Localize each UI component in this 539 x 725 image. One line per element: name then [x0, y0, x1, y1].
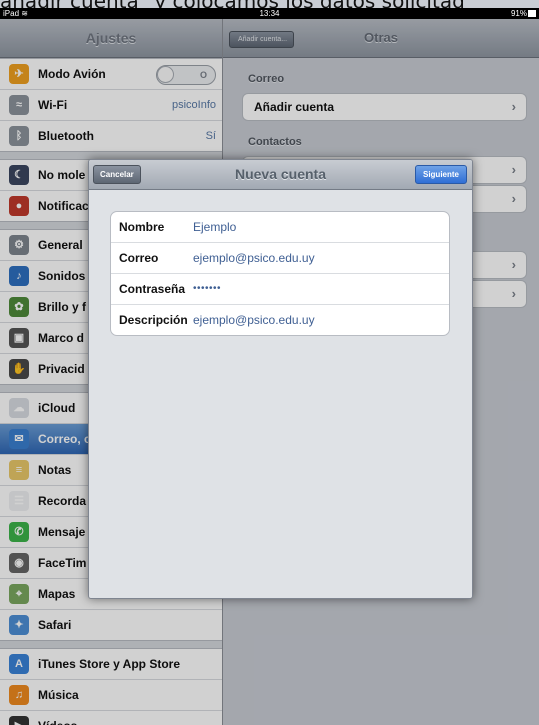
field-label: Nombre: [119, 220, 165, 234]
name-input[interactable]: Ejemplo: [193, 212, 236, 242]
next-button[interactable]: Siguiente: [414, 165, 467, 184]
email-field[interactable]: Correo ejemplo@psico.edu.uy: [111, 243, 449, 274]
description-field[interactable]: Descripción ejemplo@psico.edu.uy: [111, 305, 449, 335]
field-label: Correo: [119, 251, 159, 265]
name-field[interactable]: Nombre Ejemplo: [111, 212, 449, 243]
new-account-dialog: Cancelar Nueva cuenta Siguiente Nombre E…: [88, 159, 473, 599]
field-label: Contraseña: [119, 282, 186, 296]
password-field[interactable]: Contraseña •••••••: [111, 274, 449, 305]
description-input[interactable]: ejemplo@psico.edu.uy: [193, 305, 315, 335]
email-input[interactable]: ejemplo@psico.edu.uy: [193, 243, 315, 273]
password-input[interactable]: •••••••: [193, 274, 221, 304]
status-bar: iPad ≋ 13:34 91%: [0, 8, 539, 19]
field-label: Descripción: [119, 313, 188, 327]
battery-indicator: 91%: [511, 8, 536, 19]
clock: 13:34: [259, 9, 280, 18]
battery-icon: [528, 10, 536, 18]
account-form: Nombre Ejemplo Correo ejemplo@psico.edu.…: [110, 211, 450, 336]
dialog-navbar: Cancelar Nueva cuenta Siguiente: [89, 160, 472, 190]
